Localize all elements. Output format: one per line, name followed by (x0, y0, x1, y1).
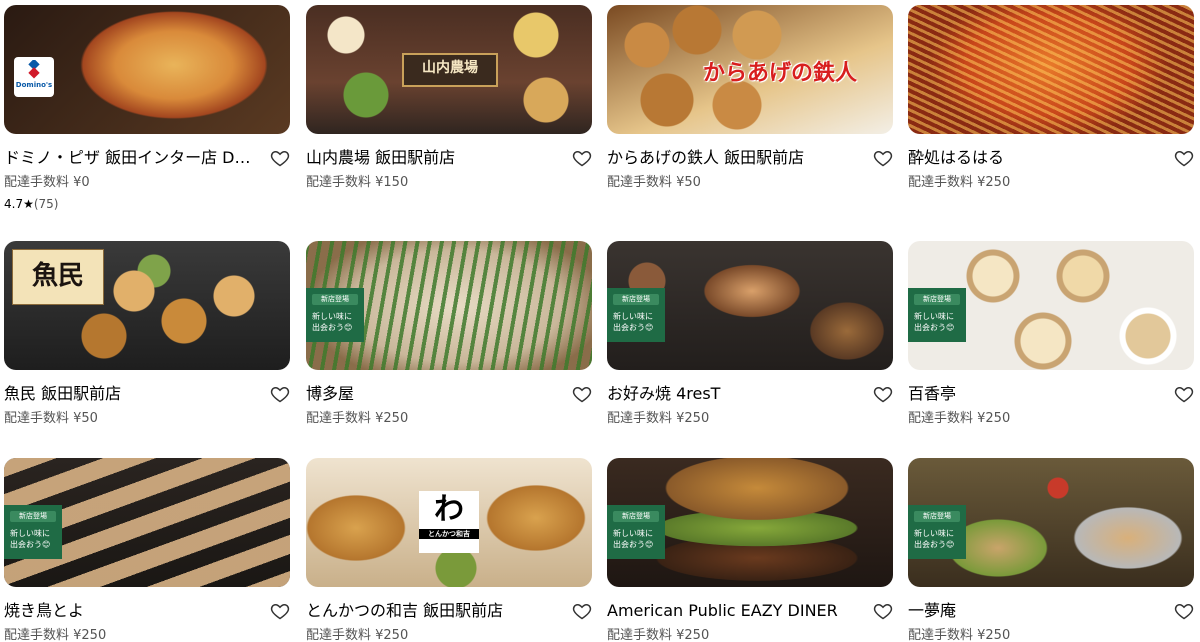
heart-outline-icon[interactable] (1174, 601, 1194, 621)
new-store-label: 新店登場 (613, 294, 659, 305)
new-store-badge: 新店登場 新しい味に 出会おう😊 (607, 505, 665, 559)
new-store-message: 新しい味に 出会おう😊 (914, 529, 955, 549)
star-icon: ★ (23, 197, 34, 211)
karaage-logo: からあげの鉄人 (703, 61, 858, 86)
delivery-fee: 配達手数料 ¥250 (306, 628, 409, 642)
new-store-label: 新店登場 (312, 294, 358, 305)
heart-outline-icon[interactable] (270, 148, 290, 168)
delivery-fee: 配達手数料 ¥250 (4, 628, 107, 642)
restaurant-grid: Domino's ドミノ・ピザ 飯田インター店 Domin… 配達手数料 ¥0 … (0, 0, 1200, 642)
delivery-fee: 配達手数料 ¥250 (908, 628, 1011, 642)
delivery-fee: 配達手数料 ¥250 (306, 411, 409, 426)
restaurant-image[interactable]: わ とんかつ和吉 (306, 458, 592, 587)
new-store-badge: 新店登場 新しい味に 出会おう😊 (607, 288, 665, 342)
delivery-fee: 配達手数料 ¥50 (4, 411, 98, 426)
restaurant-image[interactable]: 新店登場 新しい味に 出会おう😊 (908, 241, 1194, 370)
new-store-label: 新店登場 (914, 294, 960, 305)
wakichi-logo-mark: わ (434, 492, 464, 527)
heart-outline-icon[interactable] (1174, 384, 1194, 404)
restaurant-image[interactable]: 魚民 (4, 241, 290, 370)
new-store-message: 新しい味に 出会おう😊 (613, 529, 654, 549)
restaurant-card[interactable]: Domino's ドミノ・ピザ 飯田インター店 Domin… 配達手数料 ¥0 … (4, 5, 290, 211)
restaurant-name[interactable]: 博多屋 (306, 384, 562, 404)
rating-value: 4.7 (4, 197, 24, 211)
heart-outline-icon[interactable] (1174, 148, 1194, 168)
rating: 4.7★(75) (4, 195, 59, 213)
restaurant-card[interactable]: 新店登場 新しい味に 出会おう😊 博多屋 配達手数料 ¥250 (306, 241, 592, 426)
restaurant-image[interactable]: からあげの鉄人 (607, 5, 893, 134)
restaurant-card[interactable]: 山内農場 山内農場 飯田駅前店 配達手数料 ¥150 (306, 5, 592, 190)
delivery-fee: 配達手数料 ¥250 (908, 411, 1011, 426)
new-store-message: 新しい味に 出会おう😊 (312, 312, 353, 332)
restaurant-card[interactable]: 新店登場 新しい味に 出会おう😊 お好み焼 4resT 配達手数料 ¥250 (607, 241, 893, 426)
delivery-fee: 配達手数料 ¥0 (4, 175, 90, 190)
restaurant-name[interactable]: 魚民 飯田駅前店 (4, 384, 260, 404)
new-store-message: 新しい味に 出会おう😊 (613, 312, 654, 332)
restaurant-card[interactable]: 新店登場 新しい味に 出会おう😊 American Public EAZY DI… (607, 458, 893, 642)
heart-outline-icon[interactable] (270, 384, 290, 404)
restaurant-image[interactable]: 新店登場 新しい味に 出会おう😊 (908, 458, 1194, 587)
delivery-fee: 配達手数料 ¥250 (908, 175, 1011, 190)
new-store-message: 新しい味に 出会おう😊 (914, 312, 955, 332)
restaurant-name[interactable]: お好み焼 4resT (607, 384, 863, 404)
restaurant-card[interactable]: 新店登場 新しい味に 出会おう😊 百香亭 配達手数料 ¥250 (908, 241, 1194, 426)
restaurant-image[interactable]: 新店登場 新しい味に 出会おう😊 (607, 458, 893, 587)
delivery-fee: 配達手数料 ¥250 (607, 628, 710, 642)
delivery-fee: 配達手数料 ¥150 (306, 175, 409, 190)
restaurant-image[interactable]: 山内農場 (306, 5, 592, 134)
new-store-badge: 新店登場 新しい味に 出会おう😊 (908, 505, 966, 559)
new-store-label: 新店登場 (10, 511, 56, 522)
new-store-badge: 新店登場 新しい味に 出会おう😊 (4, 505, 62, 559)
restaurant-image[interactable]: 新店登場 新しい味に 出会おう😊 (607, 241, 893, 370)
restaurant-card[interactable]: わ とんかつ和吉 とんかつの和吉 飯田駅前店 配達手数料 ¥250 (306, 458, 592, 642)
restaurant-name[interactable]: 焼き鳥とよ (4, 601, 260, 621)
restaurant-name[interactable]: 百香亭 (908, 384, 1164, 404)
delivery-fee: 配達手数料 ¥50 (607, 175, 701, 190)
food-photo (908, 5, 1194, 134)
restaurant-card[interactable]: 酔処はるはる 配達手数料 ¥250 (908, 5, 1194, 190)
restaurant-card[interactable]: からあげの鉄人 からあげの鉄人 飯田駅前店 配達手数料 ¥50 (607, 5, 893, 190)
heart-outline-icon[interactable] (873, 601, 893, 621)
new-store-badge: 新店登場 新しい味に 出会おう😊 (908, 288, 966, 342)
restaurant-image[interactable]: 新店登場 新しい味に 出会おう😊 (306, 241, 592, 370)
heart-outline-icon[interactable] (572, 384, 592, 404)
restaurant-name[interactable]: 一夢庵 (908, 601, 1164, 621)
restaurant-name[interactable]: 山内農場 飯田駅前店 (306, 148, 562, 168)
restaurant-card[interactable]: 新店登場 新しい味に 出会おう😊 焼き鳥とよ 配達手数料 ¥250 (4, 458, 290, 642)
dominos-logo: Domino's (14, 57, 54, 97)
new-store-label: 新店登場 (613, 511, 659, 522)
restaurant-name[interactable]: ドミノ・ピザ 飯田インター店 Domin… (4, 148, 260, 168)
yamauchi-logo: 山内農場 (402, 53, 498, 87)
new-store-label: 新店登場 (914, 511, 960, 522)
restaurant-card[interactable]: 新店登場 新しい味に 出会おう😊 一夢庵 配達手数料 ¥250 (908, 458, 1194, 642)
heart-outline-icon[interactable] (572, 601, 592, 621)
rating-count: (75) (33, 197, 59, 211)
wakichi-logo-text: とんかつ和吉 (419, 529, 479, 539)
heart-outline-icon[interactable] (572, 148, 592, 168)
restaurant-image[interactable]: Domino's (4, 5, 290, 134)
dominos-logo-text: Domino's (15, 81, 53, 89)
delivery-fee: 配達手数料 ¥250 (607, 411, 710, 426)
restaurant-name[interactable]: からあげの鉄人 飯田駅前店 (607, 148, 863, 168)
heart-outline-icon[interactable] (873, 384, 893, 404)
new-store-badge: 新店登場 新しい味に 出会おう😊 (306, 288, 364, 342)
restaurant-card[interactable]: 魚民 魚民 飯田駅前店 配達手数料 ¥50 (4, 241, 290, 426)
restaurant-name[interactable]: とんかつの和吉 飯田駅前店 (306, 601, 562, 621)
new-store-message: 新しい味に 出会おう😊 (10, 529, 51, 549)
heart-outline-icon[interactable] (873, 148, 893, 168)
restaurant-image[interactable]: 新店登場 新しい味に 出会おう😊 (4, 458, 290, 587)
restaurant-image[interactable] (908, 5, 1194, 134)
restaurant-name[interactable]: American Public EAZY DINER (607, 601, 863, 621)
heart-outline-icon[interactable] (270, 601, 290, 621)
wakichi-logo: わ とんかつ和吉 (419, 491, 479, 553)
restaurant-name[interactable]: 酔処はるはる (908, 148, 1164, 168)
uotami-logo: 魚民 (12, 249, 104, 305)
